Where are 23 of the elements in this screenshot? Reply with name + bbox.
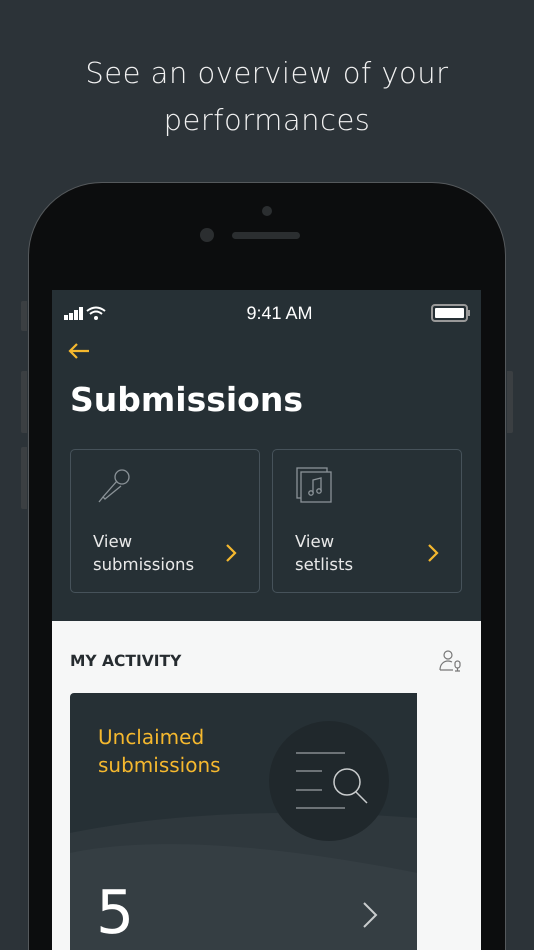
card-title: Unclaimed submissions <box>98 724 222 779</box>
chevron-right-icon <box>362 901 378 929</box>
signal-wifi-icon <box>64 305 108 321</box>
back-button[interactable] <box>68 342 90 360</box>
shortcut-label: View submissions <box>93 531 194 576</box>
shortcut-card[interactable]: View submissions <box>70 449 260 593</box>
shortcut-card[interactable]: View setlists <box>272 449 462 593</box>
section-heading: MY ACTIVITY <box>70 652 182 670</box>
headline: See an overview of your performances <box>84 55 450 139</box>
user-microphone-icon[interactable] <box>439 649 463 673</box>
back-arrow-icon <box>68 342 90 360</box>
chevron-right-icon <box>427 543 439 563</box>
status-time: 9:41 AM <box>246 302 313 324</box>
document-search-icon <box>268 720 390 842</box>
camera-dot <box>262 206 272 216</box>
speaker-grille <box>232 232 300 238</box>
card-count: 5 <box>96 878 134 948</box>
battery-icon <box>430 304 471 322</box>
sensor-dot <box>200 228 214 242</box>
page-title: Submissions <box>70 380 304 419</box>
activity-card[interactable]: Unclaimed submissions 5 <box>70 693 417 950</box>
chevron-right-icon <box>225 543 237 563</box>
shortcut-label: View setlists <box>295 531 354 576</box>
